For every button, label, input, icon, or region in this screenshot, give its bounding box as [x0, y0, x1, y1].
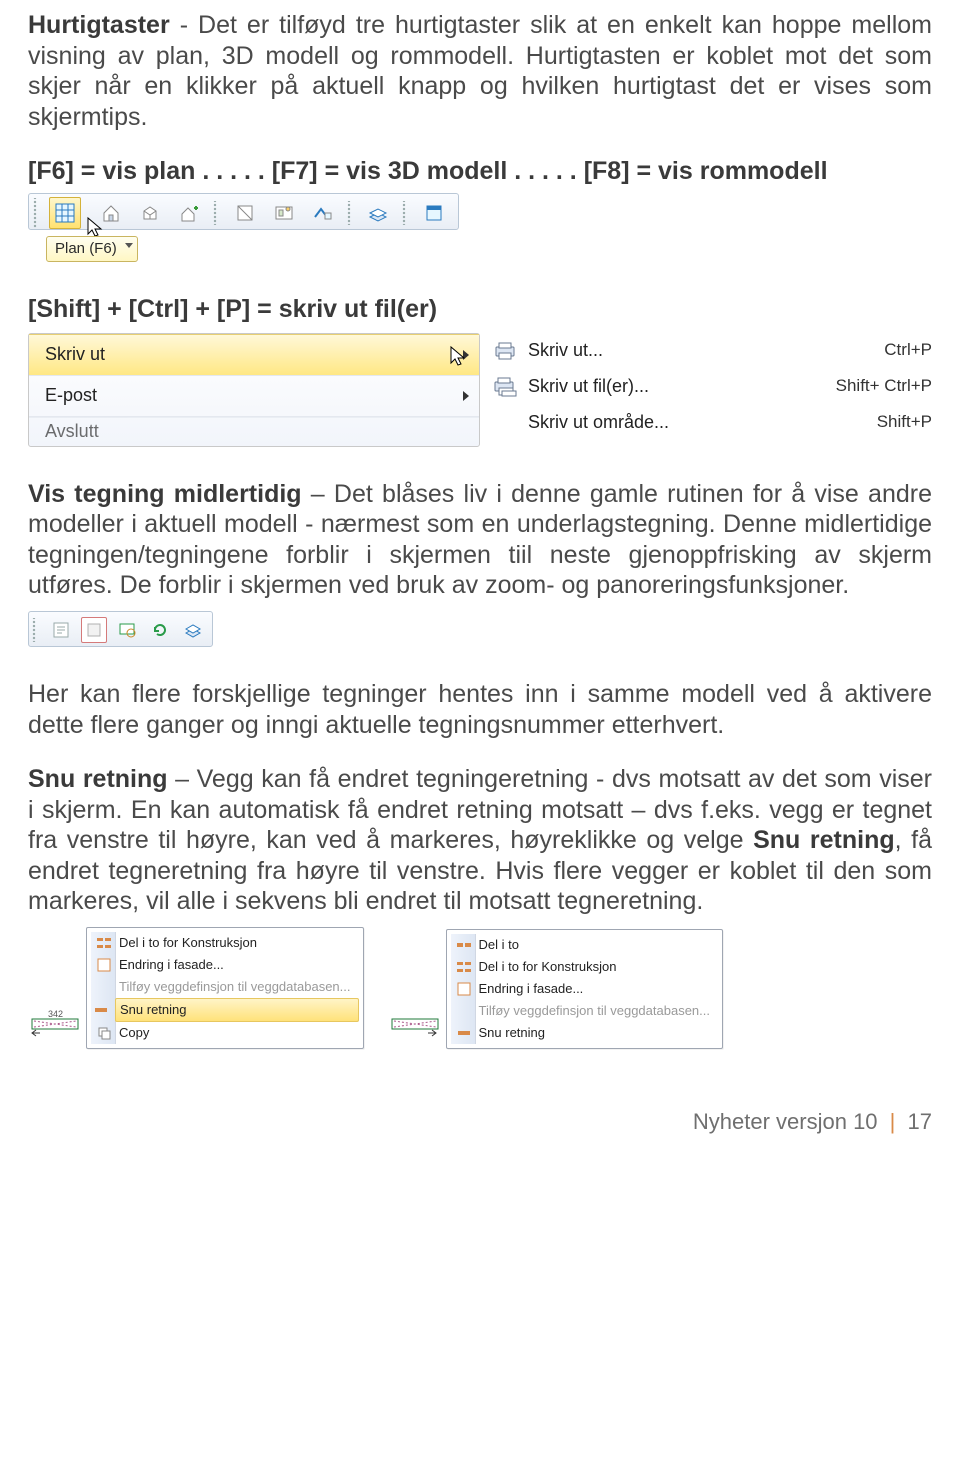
- toolbar-btn-add[interactable]: [173, 197, 205, 229]
- figure-toolbar-plan: Plan (F6): [28, 193, 932, 263]
- ctx-item[interactable]: Del i to for Konstruksjon: [119, 932, 359, 954]
- room-icon: [274, 203, 294, 223]
- chevron-down-icon: [125, 243, 133, 248]
- mini-btn-1[interactable]: [48, 617, 74, 643]
- menu-item-exit[interactable]: Avslutt: [29, 417, 479, 446]
- ctx-item[interactable]: Endring i fasade...: [119, 954, 359, 976]
- page-footer: Nyheter versjon 10 | 17: [28, 1109, 932, 1162]
- toolbar-grip-icon: [212, 201, 218, 225]
- window-icon: [424, 203, 444, 223]
- ctx-item-selected[interactable]: Snu retning: [115, 998, 359, 1022]
- tooltip-plan: Plan (F6): [46, 236, 138, 262]
- context-menu-right: Del i to Del i to for Konstruksjon Endri…: [446, 929, 724, 1049]
- footer-separator: |: [890, 1109, 896, 1134]
- toolbar-grip-icon: [32, 198, 38, 228]
- toolbar-grip-icon: [401, 201, 407, 225]
- tooltip-label: Plan (F6): [55, 240, 117, 257]
- layers-icon: [368, 203, 388, 223]
- print-shortcut-line: [Shift] + [Ctrl] + [P] = skriv ut fil(er…: [28, 294, 932, 325]
- mini-btn-selected[interactable]: [81, 617, 107, 643]
- split-icon: [95, 934, 113, 952]
- mini-toolbar: [28, 611, 213, 648]
- screen-icon: [118, 621, 136, 639]
- ctx-item[interactable]: Snu retning: [479, 1022, 719, 1044]
- square-icon: [85, 621, 103, 639]
- ctx-item-disabled: Tilføy veggdefinsjon til veggdatabasen..…: [479, 1000, 719, 1022]
- refresh-icon: [151, 621, 169, 639]
- printer-icon: [492, 340, 518, 362]
- context-menu-left: Del i to for Konstruksjon Endring i fasa…: [86, 927, 364, 1049]
- ctx-item-disabled: Tilføy veggdefinsjon til veggdatabasen..…: [119, 976, 359, 998]
- menu-item-print[interactable]: Skriv ut: [29, 334, 479, 376]
- toolbar-grip-icon: [346, 201, 352, 225]
- mini-btn-3[interactable]: [114, 617, 140, 643]
- paragraph-flere-tegninger: Her kan flere forskjellige tegninger hen…: [28, 679, 932, 740]
- toolbar-btn-6[interactable]: [268, 197, 300, 229]
- shortcuts-line: [F6] = vis plan . . . . . [F7] = vis 3D …: [28, 156, 932, 187]
- bold-snu-retning: Snu retning: [753, 826, 895, 854]
- layers-icon: [184, 621, 202, 639]
- submenu-item-print-file[interactable]: Skriv ut fil(er)... Shift+ Ctrl+P: [492, 369, 932, 405]
- toolbar-btn-3d[interactable]: [134, 197, 166, 229]
- heading-vis-tegning: Vis tegning midlertidig: [28, 480, 302, 508]
- toolbar-plan: [28, 193, 459, 230]
- cube-house-icon: [140, 203, 160, 223]
- copy-icon: [95, 1024, 113, 1042]
- toolbar-btn-9[interactable]: [418, 197, 450, 229]
- heading-hurtigtaster: Hurtigtaster: [28, 11, 170, 39]
- ctx-item[interactable]: Del i to for Konstruksjon: [479, 956, 719, 978]
- ctx-item[interactable]: Del i to: [479, 934, 719, 956]
- toolbar-btn-plan[interactable]: [49, 197, 81, 229]
- database-icon: [455, 1002, 473, 1020]
- figure-context-menus: 342 Del i to for Konstruksjon Endring i …: [28, 927, 932, 1049]
- database-icon: [95, 978, 113, 996]
- cursor-icon: [449, 345, 467, 373]
- toolbar-grip-icon: [31, 618, 37, 642]
- paragraph-snu-retning: Snu retning – Vegg kan få endret tegning…: [28, 764, 932, 917]
- printer-stack-icon: [492, 376, 518, 398]
- grid-icon: [55, 203, 75, 223]
- facade-icon: [95, 956, 113, 974]
- wall-thumb-right: [388, 997, 440, 1049]
- ctx-left-group: 342 Del i to for Konstruksjon Endring i …: [28, 927, 364, 1049]
- toolbar-btn-8[interactable]: [362, 197, 394, 229]
- figure-print-menu: Skriv ut E-post Avslutt: [28, 333, 932, 447]
- chevron-right-icon: [463, 391, 469, 401]
- toolbar-btn-7[interactable]: [307, 197, 339, 229]
- mini-btn-5[interactable]: [180, 617, 206, 643]
- figure-mini-toolbar: [28, 611, 213, 648]
- menu-item-epost[interactable]: E-post: [29, 376, 479, 417]
- svg-text:342: 342: [48, 1009, 63, 1019]
- split-icon: [455, 936, 473, 954]
- note-icon: [52, 621, 70, 639]
- flip-icon: [455, 1024, 473, 1042]
- house-plus-icon: [179, 203, 199, 223]
- flip-icon: [92, 1001, 110, 1019]
- toolbar-btn-5[interactable]: [229, 197, 261, 229]
- facade-icon: [455, 980, 473, 998]
- heading-snu-retning: Snu retning: [28, 765, 168, 793]
- wall-thumb-left: 342: [28, 997, 80, 1049]
- section-icon: [235, 203, 255, 223]
- submenu-print: Skriv ut... Ctrl+P Skriv ut fil(er)... S…: [492, 333, 932, 441]
- ctx-item[interactable]: Copy: [119, 1022, 359, 1044]
- footer-page-number: 17: [908, 1109, 932, 1134]
- blank-icon: [492, 412, 518, 434]
- submenu-item-print[interactable]: Skriv ut... Ctrl+P: [492, 333, 932, 369]
- paragraph-vis-tegning: Vis tegning midlertidig – Det blåses liv…: [28, 479, 932, 601]
- split-icon: [455, 958, 473, 976]
- submenu-item-print-area[interactable]: Skriv ut område... Shift+P: [492, 405, 932, 441]
- menu-left: Skriv ut E-post Avslutt: [28, 333, 480, 447]
- footer-title: Nyheter versjon 10: [693, 1109, 878, 1134]
- ctx-right-group: Del i to Del i to for Konstruksjon Endri…: [388, 929, 724, 1049]
- mini-btn-4[interactable]: [147, 617, 173, 643]
- roof-icon: [313, 203, 333, 223]
- ctx-item[interactable]: Endring i fasade...: [479, 978, 719, 1000]
- paragraph-hurtigtaster: Hurtigtaster - Det er tilføyd tre hurtig…: [28, 10, 932, 132]
